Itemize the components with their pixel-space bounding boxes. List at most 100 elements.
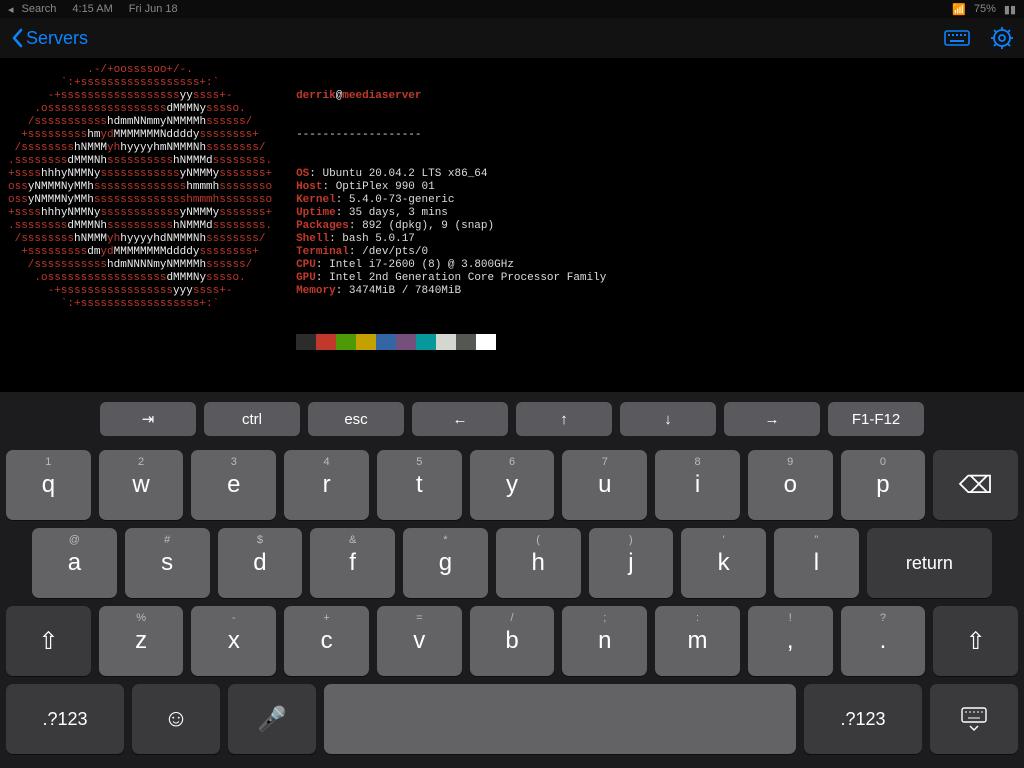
nav-bar: Servers bbox=[0, 18, 1024, 58]
neofetch-logo: .-/+oossssoo+/-. `:+ssssssssssssssssss+:… bbox=[4, 64, 272, 372]
shift-icon: ⇧ bbox=[38, 627, 58, 656]
fn-key-up[interactable]: ↑ bbox=[516, 402, 612, 436]
shift-key-left[interactable]: ⇧ bbox=[6, 606, 91, 676]
back-button[interactable]: Servers bbox=[10, 28, 88, 49]
palette-swatch bbox=[296, 334, 316, 350]
key-j[interactable]: )j bbox=[589, 528, 674, 598]
info-label: Terminal bbox=[296, 246, 349, 258]
status-bar: ◂ Search 4:15 AM Fri Jun 18 📶 75% ▮▮ bbox=[0, 0, 1024, 18]
key-a[interactable]: @a bbox=[32, 528, 117, 598]
keyboard-icon[interactable] bbox=[944, 28, 970, 48]
gear-icon[interactable] bbox=[990, 26, 1014, 50]
info-value: OptiPlex 990 01 bbox=[336, 181, 435, 193]
palette-swatch bbox=[436, 334, 456, 350]
palette-swatch bbox=[456, 334, 476, 350]
info-label: Uptime bbox=[296, 207, 336, 219]
fn-key-esc[interactable]: esc bbox=[308, 402, 404, 436]
info-value: Intel 2nd Generation Core Processor Fami… bbox=[329, 272, 606, 284]
return-key[interactable]: return bbox=[867, 528, 992, 598]
key-h[interactable]: (h bbox=[496, 528, 581, 598]
key-y[interactable]: 6y bbox=[470, 450, 555, 520]
key-c[interactable]: +c bbox=[284, 606, 369, 676]
info-value: bash 5.0.17 bbox=[342, 233, 415, 245]
info-label: Packages bbox=[296, 220, 349, 232]
key-o[interactable]: 9o bbox=[748, 450, 833, 520]
key-e[interactable]: 3e bbox=[191, 450, 276, 520]
keyboard-row-bottom: .?123 ☺ 🎤 .?123 bbox=[6, 684, 1018, 754]
dictation-key[interactable]: 🎤 bbox=[228, 684, 316, 754]
emoji-key[interactable]: ☺ bbox=[132, 684, 220, 754]
info-value: Intel i7-2600 (8) @ 3.800GHz bbox=[329, 259, 514, 271]
terminal-output[interactable]: .-/+oossssoo+/-. `:+ssssssssssssssssss+:… bbox=[0, 58, 1024, 378]
microphone-icon: 🎤 bbox=[257, 705, 287, 734]
status-date: Fri Jun 18 bbox=[129, 3, 178, 15]
palette-swatch bbox=[376, 334, 396, 350]
info-label: GPU bbox=[296, 272, 316, 284]
status-time: 4:15 AM bbox=[72, 3, 112, 15]
fn-key-ctrl[interactable]: ctrl bbox=[204, 402, 300, 436]
hide-keyboard-key[interactable] bbox=[930, 684, 1018, 754]
key-b[interactable]: /b bbox=[470, 606, 555, 676]
info-label: Shell bbox=[296, 233, 329, 245]
key-z[interactable]: %z bbox=[99, 606, 184, 676]
info-value: 5.4.0-73-generic bbox=[349, 194, 455, 206]
keyboard-row-1: 1q2w3e4r5t6y7u8i9o0p ⌫ bbox=[6, 450, 1018, 520]
info-value: 35 days, 3 mins bbox=[349, 207, 448, 219]
key-m[interactable]: :m bbox=[655, 606, 740, 676]
key-s[interactable]: #s bbox=[125, 528, 210, 598]
key-p[interactable]: 0p bbox=[841, 450, 926, 520]
chevron-left-icon bbox=[10, 28, 24, 48]
info-label: Host bbox=[296, 181, 322, 193]
info-label: OS bbox=[296, 168, 309, 180]
back-to-app-label[interactable]: Search bbox=[22, 3, 57, 15]
fn-key-fkeys[interactable]: F1-F12 bbox=[828, 402, 924, 436]
key-l[interactable]: "l bbox=[774, 528, 859, 598]
palette-swatch bbox=[356, 334, 376, 350]
prompt-host: meediaserver bbox=[342, 90, 421, 102]
keyboard-row-2: @a#s$d&f*g(h)j'k"lreturn bbox=[6, 528, 1018, 598]
fn-key-left[interactable]: ← bbox=[412, 402, 508, 436]
space-key[interactable] bbox=[324, 684, 796, 754]
key-x[interactable]: -x bbox=[191, 606, 276, 676]
key-u[interactable]: 7u bbox=[562, 450, 647, 520]
palette-swatch bbox=[336, 334, 356, 350]
key-w[interactable]: 2w bbox=[99, 450, 184, 520]
key-d[interactable]: $d bbox=[218, 528, 303, 598]
palette-swatch bbox=[316, 334, 336, 350]
key-t[interactable]: 5t bbox=[377, 450, 462, 520]
fn-key-tab[interactable]: ⇥ bbox=[100, 402, 196, 436]
switch-key-left[interactable]: .?123 bbox=[6, 684, 124, 754]
on-screen-keyboard: ⇥ctrlesc←↑↓→F1-F12 1q2w3e4r5t6y7u8i9o0p ⌫… bbox=[0, 392, 1024, 768]
back-to-app-icon[interactable]: ◂ bbox=[8, 3, 14, 16]
palette-swatch bbox=[396, 334, 416, 350]
fn-key-right[interactable]: → bbox=[724, 402, 820, 436]
key-k[interactable]: 'k bbox=[681, 528, 766, 598]
key-punct[interactable]: ?. bbox=[841, 606, 926, 676]
palette-swatch bbox=[416, 334, 436, 350]
key-i[interactable]: 8i bbox=[655, 450, 740, 520]
backspace-key[interactable]: ⌫ bbox=[933, 450, 1018, 520]
keyboard-row-3: ⇧ %z-x+c=v/b;n:m!,?. ⇧ bbox=[6, 606, 1018, 676]
key-r[interactable]: 4r bbox=[284, 450, 369, 520]
shift-icon: ⇧ bbox=[966, 627, 986, 656]
neofetch-info: derrik@meediaserver ------------------- … bbox=[272, 64, 606, 372]
palette-swatch bbox=[476, 334, 496, 350]
key-n[interactable]: ;n bbox=[562, 606, 647, 676]
key-punct[interactable]: !, bbox=[748, 606, 833, 676]
key-v[interactable]: =v bbox=[377, 606, 462, 676]
wifi-icon: 📶 bbox=[952, 3, 966, 16]
function-key-row: ⇥ctrlesc←↑↓→F1-F12 bbox=[0, 392, 1024, 442]
key-q[interactable]: 1q bbox=[6, 450, 91, 520]
info-value: /dev/pts/0 bbox=[362, 246, 428, 258]
info-label: CPU bbox=[296, 259, 316, 271]
info-value: 3474MiB / 7840MiB bbox=[349, 285, 461, 297]
switch-key-right[interactable]: .?123 bbox=[804, 684, 922, 754]
info-label: Kernel bbox=[296, 194, 336, 206]
fn-key-down[interactable]: ↓ bbox=[620, 402, 716, 436]
backspace-icon: ⌫ bbox=[959, 471, 993, 500]
key-g[interactable]: *g bbox=[403, 528, 488, 598]
color-palette bbox=[296, 334, 496, 350]
shift-key-right[interactable]: ⇧ bbox=[933, 606, 1018, 676]
emoji-icon: ☺ bbox=[164, 705, 189, 733]
key-f[interactable]: &f bbox=[310, 528, 395, 598]
